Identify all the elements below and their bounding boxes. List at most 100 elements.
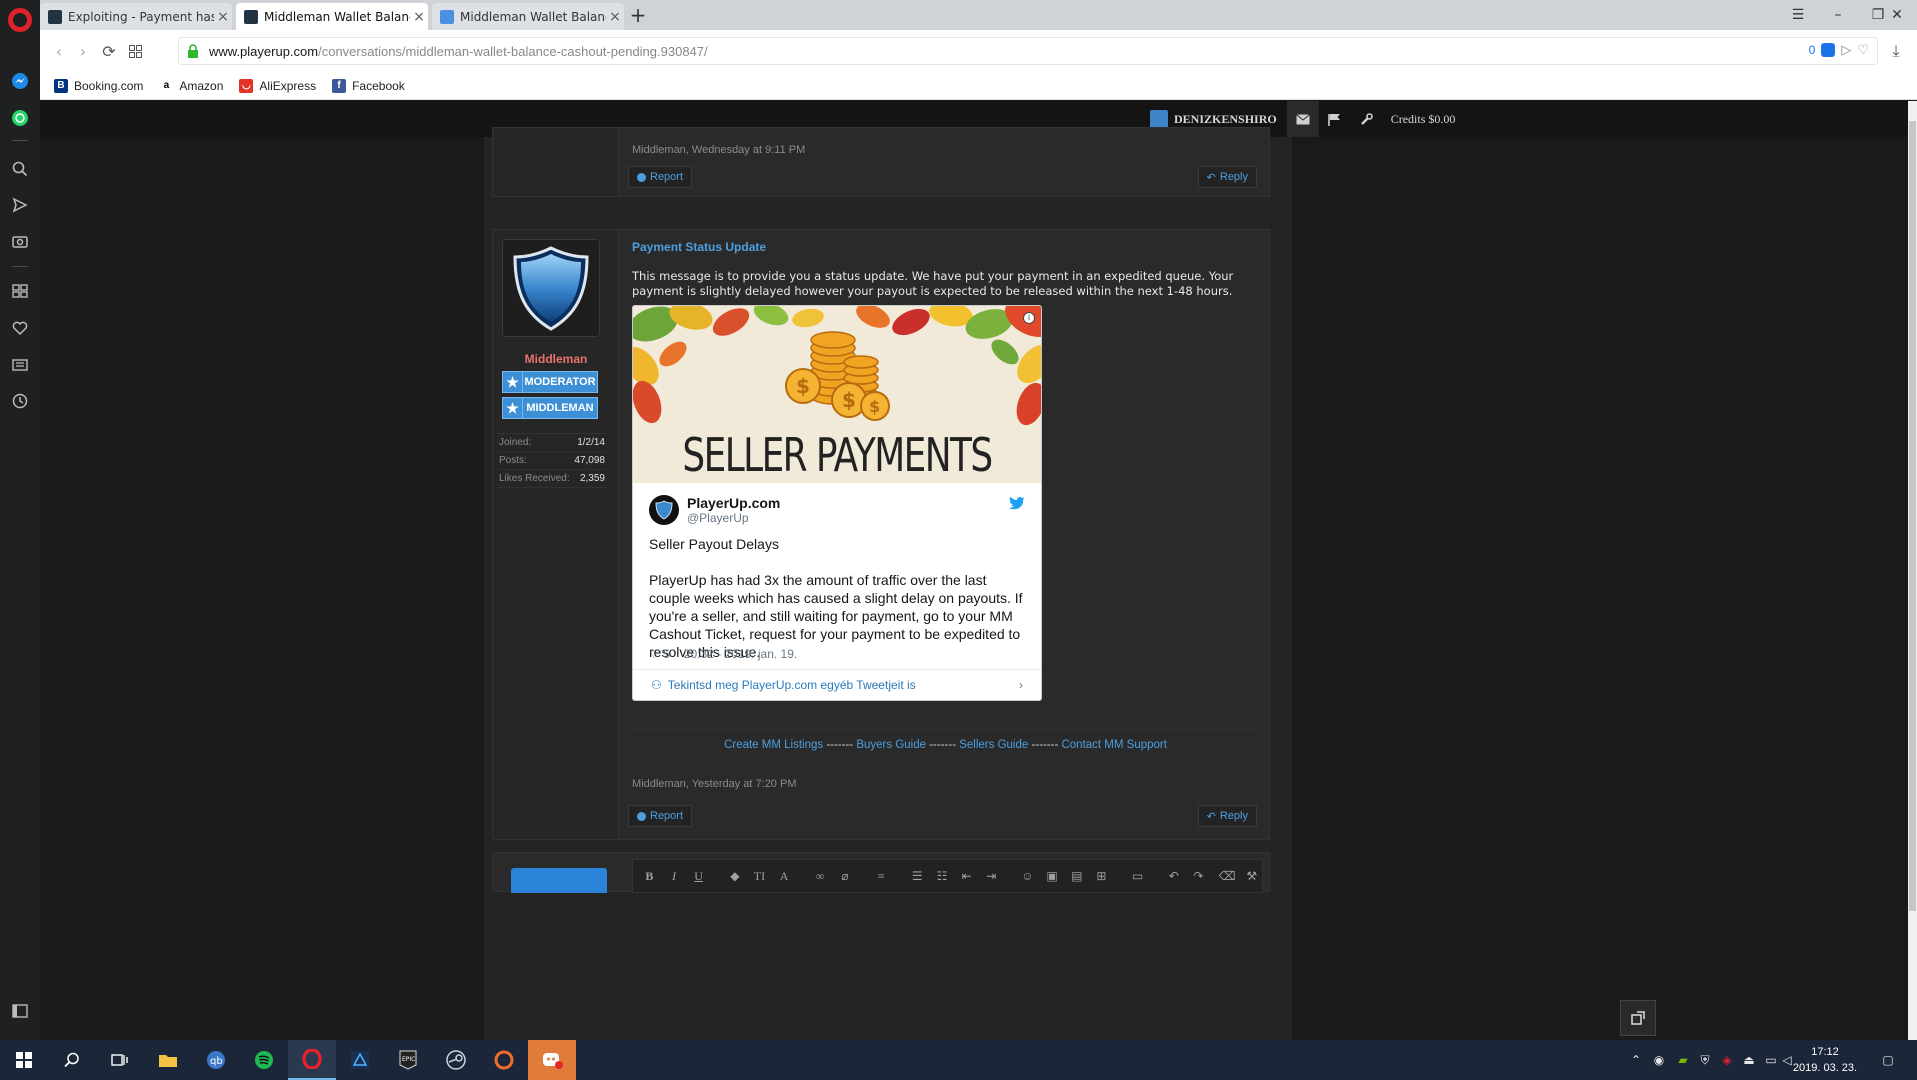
scrollbar-thumb[interactable] [1909,121,1916,911]
usb-tray-icon[interactable]: ⏏ [1738,1040,1760,1080]
bookmark-heart-icon[interactable]: ♡ [1857,42,1869,58]
remove-formatting-icon[interactable]: ⌫ [1217,865,1238,887]
opera-logo-icon[interactable] [8,8,32,32]
media-icon[interactable]: ▤ [1066,865,1087,887]
close-icon[interactable]: × [606,9,624,25]
tweet-author[interactable]: PlayerUp.com @PlayerUp [649,495,780,525]
bookmarks-heart-icon[interactable] [9,317,31,339]
windows-start-icon[interactable] [0,1040,48,1080]
minimize-button[interactable]: – [1818,0,1858,30]
font-family-icon[interactable]: A [774,865,795,887]
tweet-timestamp[interactable]: 20:32 - 2019. jan. 19. [684,647,797,661]
indent-icon[interactable]: ⇥ [981,865,1002,887]
show-hidden-icons-icon[interactable]: ⌃ [1625,1040,1647,1080]
alerts-flag-icon[interactable] [1319,101,1351,137]
speed-dial-icon[interactable] [9,280,31,302]
tab-middleman-wallet[interactable]: Middleman Wallet Balance × [432,3,624,30]
avatar[interactable] [502,239,600,337]
report-button[interactable]: Report [628,166,693,188]
nvidia-tray-icon[interactable]: ▰ [1672,1040,1694,1080]
align-icon[interactable]: ≡ [871,865,892,887]
sidebar-toggle-icon[interactable] [9,1000,31,1022]
adblock-icon[interactable] [1821,43,1836,57]
bookmark-aliexpress[interactable]: ◡ AliExpress [239,78,316,93]
snapshot-camera-icon[interactable] [9,230,31,252]
save-draft-icon[interactable]: ▭ [1127,865,1148,887]
undo-icon[interactable]: ↶ [1163,865,1184,887]
report-button[interactable]: Report [628,805,693,827]
history-clock-icon[interactable] [9,390,31,412]
image-icon[interactable]: ▣ [1042,865,1063,887]
reload-button[interactable]: ⟳ [98,40,120,62]
bold-icon[interactable]: B [639,865,660,887]
tab-middleman-wallet-active[interactable]: Middleman Wallet Balance × [236,3,428,30]
unlink-icon[interactable]: ⌀ [835,865,856,887]
smilie-icon[interactable]: ☺ [1017,865,1038,887]
settings-wrench-icon[interactable] [1351,101,1383,137]
flow-send-icon[interactable] [9,194,31,216]
send-flow-icon[interactable]: ▷ [1841,42,1851,58]
editor-tools-wrench-icon[interactable]: ⚒ [1241,865,1262,887]
info-icon[interactable]: i [1023,312,1035,324]
qbittorrent-icon[interactable]: qb [192,1040,240,1080]
back-button[interactable]: ‹ [48,40,70,62]
tab-grid-icon[interactable] [124,40,146,62]
discord-notification-icon[interactable] [528,1040,576,1080]
tweet-likes[interactable]: ♡ 5 [649,647,670,661]
forward-button[interactable]: › [72,40,94,62]
origin-icon[interactable] [480,1040,528,1080]
credits-balance[interactable]: Credits $0.00 [1383,112,1456,127]
buyers-guide-link[interactable]: Buyers Guide [856,739,926,751]
create-mm-listings-link[interactable]: Create MM Listings [724,739,823,751]
steam-icon[interactable] [432,1040,480,1080]
download-icon[interactable]: ⤓ [1885,40,1907,62]
italic-icon[interactable]: I [664,865,685,887]
system-clock[interactable]: 17:12 2019. 03. 23. [1790,1044,1860,1076]
file-explorer-icon[interactable] [144,1040,192,1080]
network-icon[interactable]: ▭ [1760,1040,1782,1080]
action-center-icon[interactable]: ▢ [1876,1040,1900,1080]
bookmark-amazon[interactable]: a Amazon [159,78,223,93]
search-icon[interactable] [9,158,31,180]
shield-tray-icon[interactable]: ⛨ [1694,1040,1716,1080]
insert-icon[interactable]: ⊞ [1091,865,1112,887]
embedded-tweet[interactable]: $ $ $ SELLER PAYMENTS i PlayerUp.com @Pl… [632,305,1042,701]
url-input[interactable]: www.playerup.com/conversations/middleman… [178,37,1878,65]
bookmark-booking[interactable]: B Booking.com [54,78,143,93]
tab-menu-icon[interactable]: ☰ [1778,0,1818,30]
close-icon[interactable]: × [214,9,232,25]
author-name[interactable]: Middleman [493,352,619,366]
text-color-icon[interactable]: ◆ [724,865,745,887]
bullet-list-icon[interactable]: ☰ [907,865,928,887]
search-icon[interactable] [48,1040,96,1080]
antivirus-tray-icon[interactable]: ◈ [1716,1040,1738,1080]
contact-mm-support-link[interactable]: Contact MM Support [1061,739,1166,751]
redo-icon[interactable]: ↷ [1188,865,1209,887]
reply-button[interactable]: ↶ Reply [1197,805,1257,827]
outdent-icon[interactable]: ⇤ [956,865,977,887]
bookmark-facebook[interactable]: f Facebook [332,78,405,93]
reply-button[interactable]: ↶ Reply [1197,166,1257,188]
tab-exploiting[interactable]: Exploiting - Payment has r × [40,3,232,30]
underline-icon[interactable]: U [688,865,709,887]
epic-games-icon[interactable]: EPIC [384,1040,432,1080]
app-blue-icon[interactable] [336,1040,384,1080]
link-icon[interactable]: ∞ [810,865,831,887]
tweet-more-link[interactable]: ⚇ Tekintsd meg PlayerUp.com egyéb Tweetj… [633,669,1041,700]
news-icon[interactable] [9,354,31,376]
close-icon[interactable]: × [410,9,428,25]
spotify-icon[interactable] [240,1040,288,1080]
discord-tray-icon[interactable]: ◉ [1648,1040,1670,1080]
numbered-list-icon[interactable]: ☷ [932,865,953,887]
whatsapp-icon[interactable] [9,107,31,129]
opera-taskbar-icon[interactable] [288,1040,336,1080]
new-tab-button[interactable]: + [626,4,650,28]
messenger-icon[interactable] [9,70,31,92]
inbox-envelope-icon[interactable] [1286,101,1319,137]
font-size-icon[interactable]: TI [749,865,770,887]
sellers-guide-link[interactable]: Sellers Guide [959,739,1028,751]
close-window-button[interactable]: ✕ [1877,0,1917,30]
floating-share-button[interactable] [1620,1000,1656,1036]
task-view-icon[interactable] [96,1040,144,1080]
page-scrollbar[interactable] [1908,101,1917,1040]
